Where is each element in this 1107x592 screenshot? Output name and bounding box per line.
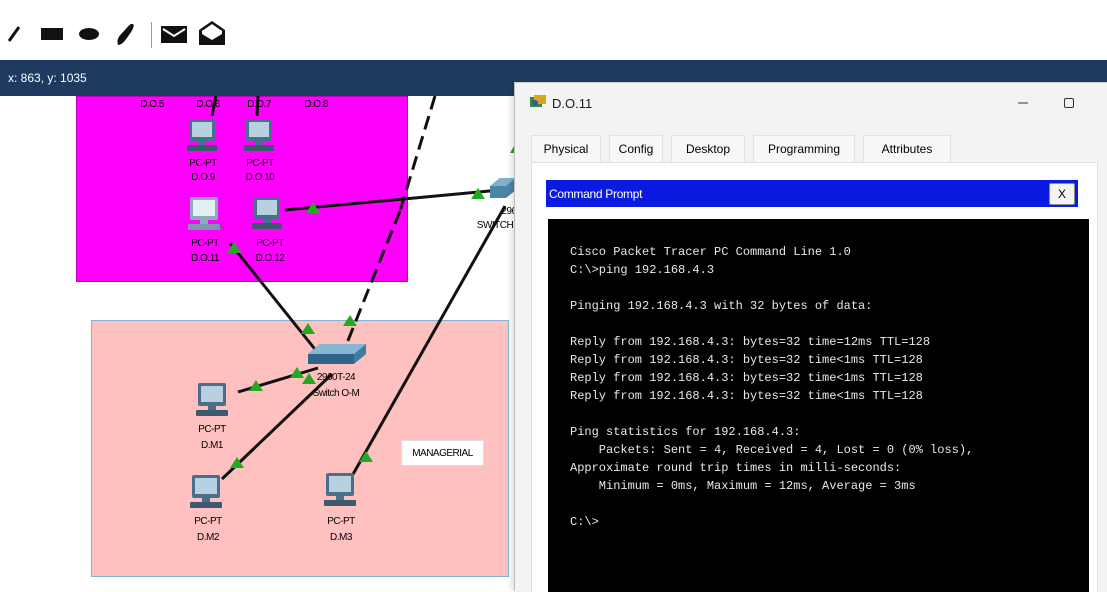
- freeform-tool-icon[interactable]: [114, 21, 136, 47]
- ellipse-tool-icon[interactable]: [78, 27, 100, 41]
- device-name-label: D.M3: [330, 532, 352, 543]
- close-command-prompt-button[interactable]: X: [1049, 183, 1075, 205]
- minimize-button[interactable]: [1000, 87, 1046, 119]
- device-type-label: PC-PT: [189, 158, 217, 169]
- simple-pdu-icon[interactable]: [160, 24, 188, 46]
- device-name-label: D.M1: [201, 440, 223, 451]
- terminal-line: Packets: Sent = 4, Received = 4, Lost = …: [570, 443, 974, 457]
- line-tool-icon[interactable]: [6, 24, 22, 44]
- device-window: D.O.11 Physical Config Desktop Programmi…: [514, 82, 1107, 592]
- terminal-line: Approximate round trip times in milli-se…: [570, 461, 902, 475]
- window-titlebar[interactable]: D.O.11: [515, 83, 1107, 123]
- terminal-lines: Cisco Packet Tracer PC Command Line 1.0 C…: [570, 243, 973, 531]
- pc-icon[interactable]: [250, 196, 286, 232]
- device-type-label: PC-PT: [246, 158, 274, 169]
- device-name-label: D.O.10: [245, 172, 275, 183]
- device-type-label: PC-PT: [194, 516, 222, 527]
- maximize-icon: [1064, 98, 1074, 108]
- label-do8: D.O.8: [304, 99, 328, 110]
- device-type-label: PC-PT: [198, 424, 226, 435]
- device-type-label: PC-PT: [256, 238, 284, 249]
- device-name-label: D.O.11: [191, 253, 219, 264]
- terminal-line: C:\>: [570, 515, 599, 529]
- maximize-button[interactable]: [1046, 87, 1092, 119]
- terminal-line: Reply from 192.168.4.3: bytes=32 time<1m…: [570, 353, 923, 367]
- switch-name-label: Switch O-M: [312, 388, 360, 399]
- label-do6: D.O.6: [196, 99, 220, 110]
- packet-tracer-app-icon: [530, 95, 546, 107]
- terminal-line: Minimum = 0ms, Maximum = 12ms, Average =…: [570, 479, 916, 493]
- drawing-toolbar: [0, 0, 1107, 61]
- link-dashed-left: [343, 210, 402, 349]
- terminal-line: C:\>ping 192.168.4.3: [570, 263, 715, 277]
- switch-name-label: SWITCH: [476, 220, 514, 231]
- switch-icon[interactable]: [308, 342, 366, 368]
- label-do5: D.O.5: [140, 99, 164, 110]
- tab-programming[interactable]: Programming: [753, 135, 855, 162]
- managerial-zone-label[interactable]: MANAGERIAL: [401, 440, 484, 466]
- pc-icon[interactable]: [194, 382, 234, 420]
- tab-desktop[interactable]: Desktop: [671, 135, 745, 164]
- rectangle-tool-icon[interactable]: [40, 27, 64, 41]
- terminal-line: Reply from 192.168.4.3: bytes=32 time<1m…: [570, 389, 923, 403]
- switch-model-label: 2960T-24: [316, 372, 356, 383]
- command-prompt-titlebar: Command Prompt X: [546, 180, 1078, 207]
- terminal-line: Cisco Packet Tracer PC Command Line 1.0: [570, 245, 851, 259]
- device-type-label: PC-PT: [191, 238, 219, 249]
- toolbar-separator: [151, 22, 152, 48]
- switch-icon[interactable]: [490, 176, 516, 202]
- complex-pdu-icon[interactable]: [198, 20, 226, 46]
- terminal-line: Pinging 192.168.4.3 with 32 bytes of dat…: [570, 299, 873, 313]
- minimize-icon: [1018, 102, 1028, 104]
- terminal-line: Ping statistics for 192.168.4.3:: [570, 425, 801, 439]
- device-name-label: D.O.12: [255, 253, 285, 264]
- pc-icon-selected[interactable]: [186, 196, 226, 234]
- window-title: D.O.11: [552, 96, 593, 111]
- label-do7: D.O.7: [247, 99, 271, 110]
- terminal-output[interactable]: Cisco Packet Tracer PC Command Line 1.0 C…: [548, 219, 1089, 592]
- pc-icon[interactable]: [242, 118, 278, 154]
- link-dm3-switch: [350, 205, 507, 477]
- terminal-line: Reply from 192.168.4.3: bytes=32 time<1m…: [570, 371, 923, 385]
- link-dashed-top: [398, 96, 437, 212]
- device-name-label: D.O.9: [191, 172, 215, 183]
- pc-icon[interactable]: [322, 472, 362, 510]
- device-name-label: D.M2: [197, 532, 219, 543]
- link-pc12-switch: [284, 188, 501, 212]
- device-type-label: PC-PT: [327, 516, 355, 527]
- coordinate-readout: x: 863, y: 1035: [8, 71, 87, 85]
- desktop-panel: Command Prompt X Cisco Packet Tracer PC …: [531, 162, 1098, 592]
- pc-icon[interactable]: [185, 118, 221, 154]
- pc-icon[interactable]: [188, 474, 228, 512]
- tab-attributes[interactable]: Attributes: [863, 135, 951, 162]
- command-prompt-title: Command Prompt: [549, 187, 643, 201]
- tab-config[interactable]: Config: [609, 135, 663, 162]
- terminal-line: Reply from 192.168.4.3: bytes=32 time=12…: [570, 335, 931, 349]
- tab-physical[interactable]: Physical: [531, 135, 601, 162]
- link-indicators: [227, 146, 518, 468]
